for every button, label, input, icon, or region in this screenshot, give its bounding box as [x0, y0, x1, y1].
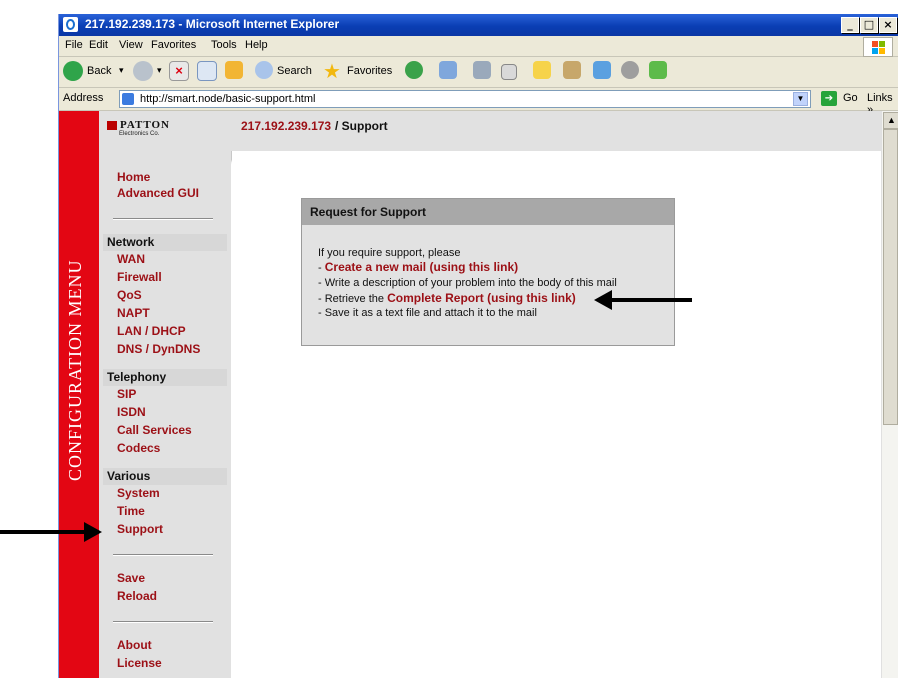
support-step-1: - Create a new mail (using this link) — [318, 260, 518, 274]
license-link[interactable]: License — [117, 656, 162, 670]
page-header: 217.192.239.173 / Support — [231, 111, 881, 151]
messenger-icon[interactable] — [593, 61, 611, 79]
annotation-arrow-right-icon — [0, 522, 102, 542]
sidebar-item-call-services[interactable]: Call Services — [117, 423, 192, 437]
config-menu-banner: CONFIGURATION MENU — [59, 111, 99, 678]
ie-icon — [63, 17, 78, 32]
annotation-arrow-left-icon — [594, 290, 692, 310]
divider — [113, 621, 213, 623]
scroll-up-icon[interactable]: ▲ — [883, 112, 898, 129]
forward-dropdown-icon[interactable]: ▾ — [157, 65, 162, 85]
sidebar-item-codecs[interactable]: Codecs — [117, 441, 160, 455]
support-step-3: - Retrieve the Complete Report (using th… — [318, 291, 576, 305]
section-network: Network — [103, 234, 227, 251]
support-step-4: - Save it as a text file and attach it t… — [318, 307, 537, 319]
sidebar-item-advanced-gui[interactable]: Advanced GUI — [117, 186, 199, 200]
save-link[interactable]: Save — [117, 571, 145, 585]
menu-bar: File Edit View Favorites Tools Help — [59, 36, 898, 57]
menu-edit[interactable]: Edit — [89, 39, 108, 51]
address-label: Address — [63, 92, 104, 104]
forward-icon[interactable] — [133, 61, 153, 81]
minimize-button[interactable]: _ — [841, 17, 859, 33]
divider — [113, 554, 213, 556]
logo-text: PATTON — [120, 119, 171, 131]
back-button[interactable]: Back — [87, 65, 111, 85]
sidebar-item-system[interactable]: System — [117, 486, 160, 500]
patton-logo: PATTON Electronics Co. — [107, 119, 170, 137]
page-viewport: CONFIGURATION MENU PATTON Electronics Co… — [59, 111, 898, 678]
sidebar-item-qos[interactable]: QoS — [117, 288, 142, 302]
window-title: 217.192.239.173 - Microsoft Internet Exp… — [85, 17, 340, 31]
address-dropdown-icon[interactable]: ▼ — [793, 92, 808, 106]
sidebar-item-home[interactable]: Home — [117, 170, 150, 184]
complete-report-link[interactable]: Complete Report (using this link) — [387, 291, 576, 305]
close-button[interactable]: × — [879, 17, 897, 33]
notes-icon[interactable] — [533, 61, 551, 79]
menu-file[interactable]: File — [65, 39, 83, 51]
sidebar-item-support[interactable]: Support — [117, 522, 163, 536]
edit-icon[interactable] — [501, 64, 517, 80]
sidebar-item-lan-dhcp[interactable]: LAN / DHCP — [117, 324, 186, 338]
windows-logo-icon — [863, 37, 893, 57]
address-bar: Address http://smart.node/basic-support.… — [59, 88, 898, 116]
sidebar-item-time[interactable]: Time — [117, 504, 145, 518]
create-mail-link[interactable]: Create a new mail (using this link) — [325, 260, 518, 274]
sidebar-item-sip[interactable]: SIP — [117, 387, 136, 401]
maximize-button[interactable]: □ — [860, 17, 878, 33]
panel-title: Request for Support — [302, 199, 674, 225]
support-panel: Request for Support If you require suppo… — [301, 198, 675, 346]
research-icon[interactable] — [563, 61, 581, 79]
favorites-button[interactable]: Favorites — [347, 65, 392, 85]
divider — [113, 218, 213, 220]
section-telephony: Telephony — [103, 369, 227, 386]
back-icon[interactable] — [63, 61, 83, 81]
history-icon[interactable] — [405, 61, 423, 79]
menu-view[interactable]: View — [119, 39, 143, 51]
sidebar-nav: PATTON Electronics Co. Home Advanced GUI… — [99, 111, 232, 678]
go-arrow-icon[interactable]: ➔ — [821, 91, 837, 106]
mail-icon[interactable] — [439, 61, 457, 79]
search-icon[interactable] — [255, 61, 273, 79]
breadcrumb-ip-link[interactable]: 217.192.239.173 — [241, 119, 331, 133]
step-bullet: - — [318, 262, 325, 274]
banner-text: CONFIGURATION MENU — [65, 259, 85, 481]
vertical-scrollbar[interactable]: ▲ — [881, 111, 898, 678]
search-button[interactable]: Search — [277, 65, 312, 85]
standard-toolbar: Back ▾ ▾ × Search ★ Favorites — [59, 57, 898, 88]
sidebar-item-isdn[interactable]: ISDN — [117, 405, 146, 419]
step-text: - Retrieve the — [318, 293, 388, 305]
support-step-2: - Write a description of your problem in… — [318, 277, 617, 289]
refresh-icon[interactable] — [197, 61, 217, 81]
go-button[interactable]: Go — [843, 92, 858, 104]
address-input[interactable]: http://smart.node/basic-support.html ▼ — [119, 90, 811, 108]
address-url[interactable]: http://smart.node/basic-support.html — [140, 91, 315, 107]
menu-tools[interactable]: Tools — [211, 39, 237, 51]
title-bar: 217.192.239.173 - Microsoft Internet Exp… — [59, 14, 898, 36]
reload-link[interactable]: Reload — [117, 589, 157, 603]
back-dropdown-icon[interactable]: ▾ — [119, 65, 124, 85]
contacts-icon[interactable] — [649, 61, 667, 79]
logo-mark-icon — [107, 120, 117, 130]
stop-icon[interactable]: × — [169, 61, 189, 81]
discuss-icon[interactable] — [621, 61, 639, 79]
sidebar-item-dns-dyndns[interactable]: DNS / DynDNS — [117, 342, 200, 356]
menu-favorites[interactable]: Favorites — [151, 39, 196, 51]
menu-help[interactable]: Help — [245, 39, 268, 51]
scroll-thumb[interactable] — [883, 129, 898, 425]
print-icon[interactable] — [473, 61, 491, 79]
sidebar-item-firewall[interactable]: Firewall — [117, 270, 162, 284]
home-icon[interactable] — [225, 61, 243, 79]
sidebar-item-wan[interactable]: WAN — [117, 252, 145, 266]
section-various: Various — [103, 468, 227, 485]
breadcrumb-page: / Support — [335, 119, 388, 133]
sidebar-item-napt[interactable]: NAPT — [117, 306, 150, 320]
support-intro: If you require support, please — [318, 247, 461, 259]
logo-subtext: Electronics Co. — [119, 131, 160, 137]
about-link[interactable]: About — [117, 638, 152, 652]
page-icon — [122, 93, 134, 105]
favorites-star-icon[interactable]: ★ — [323, 59, 341, 83]
browser-window: 217.192.239.173 - Microsoft Internet Exp… — [58, 14, 898, 678]
